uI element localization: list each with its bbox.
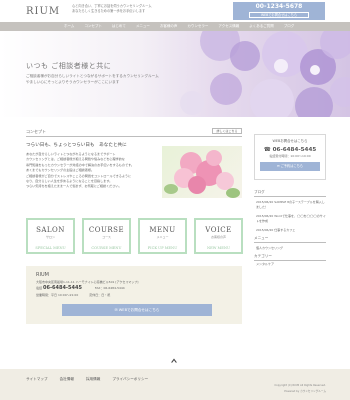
header: RIUM 心と向き合い、丁寧にお話を伺うカウンセリングルーム あなたらしく生きる…: [0, 0, 350, 22]
concept-title: つらい日も、ちょっとつらい日も あなたと共に: [26, 143, 127, 148]
global-nav: ホーム コンセプト はじめて メニュー お客様の声 カウンセラー アクセス情報 …: [0, 22, 350, 31]
site-tagline: 心と向き合い、丁寧にお話を伺うカウンセリングルーム あなたらしく生きるための第一…: [72, 4, 182, 13]
nav-item-menu[interactable]: メニュー: [136, 22, 150, 31]
service-subtitle: お客様の声: [210, 235, 226, 239]
footer-link-sitemap[interactable]: サイトマップ: [26, 377, 48, 382]
service-subtitle: サロン: [45, 235, 55, 239]
sidebar-blog-heading: ブログ: [254, 190, 265, 194]
tagline-line-2: あなたらしく生きるための第一歩をお手伝いします: [72, 8, 146, 13]
shop-hours-row: 営業時間：平日 10:00～21:00 定休日：日・祝: [36, 293, 110, 297]
powered-by-text: Powered by カウンセリングルーム: [284, 390, 326, 393]
info-contact-button[interactable]: ✉ WEBでお問合せはこちら: [62, 304, 212, 316]
footer-nav: サイトマップ 会社情報 採用情報 プライバシーポリシー: [26, 377, 160, 382]
shop-phone-row: 電話 06-6484-5445 FAX：06-6484-5444: [36, 285, 125, 291]
footer-link-company[interactable]: 会社情報: [60, 377, 74, 382]
sidebar-phone-hours: 電話受付時間：10:00～19:00: [269, 154, 311, 158]
service-subtitle: コース: [102, 235, 111, 239]
service-title: MENU: [149, 226, 176, 234]
shop-closed-days: 定休日：日・祝: [89, 293, 111, 297]
shop-fax: FAX：06-6484-5444: [94, 286, 125, 290]
site-logo[interactable]: RIUM: [26, 6, 60, 17]
nav-item-concept[interactable]: コンセプト: [84, 22, 102, 31]
sidebar-category-heading: カテゴリー: [254, 254, 272, 258]
header-contact-button[interactable]: WEBでお問合せはこちら: [249, 12, 309, 18]
sidebar-category-divider: [254, 260, 326, 261]
sidebar-menu-divider: [254, 242, 326, 243]
header-contact-box: 00-1234-5678 WEBでお問合せはこちら: [233, 2, 325, 20]
hero-text: ご相談者様がお自分らしいライトとつながるサポートをするカウンセリングルーム やま…: [26, 73, 166, 85]
service-subtitle: メニュー: [156, 235, 169, 239]
service-english-label: PICK UP MENU: [147, 246, 178, 250]
shop-hours: 営業時間：平日 10:00～21:00: [36, 293, 79, 297]
sidebar-blog-item[interactable]: 2015/06/20 SAMPLE 8の子ーステーブルを購入しました！: [256, 200, 326, 210]
sidebar-contact-button[interactable]: ✉ ご予約はこちら: [260, 162, 320, 171]
copyright-text: Copyright (C) RIUM All Rights Reserved.: [274, 384, 326, 387]
footer-link-privacy[interactable]: プライバシーポリシー: [112, 377, 148, 382]
concept-body: あなたが自分らしいライトとつながれるようになるまでサポート カウンセリングとは、…: [26, 152, 156, 190]
footer: サイトマップ 会社情報 採用情報 プライバシーポリシー Copyright (C…: [0, 369, 350, 400]
shop-phone[interactable]: 06-6484-5445: [43, 285, 82, 291]
service-title: VOICE: [205, 226, 232, 234]
nav-item-voice[interactable]: お客様の声: [160, 22, 178, 31]
sidebar-contact-title: WEBお問合せはこちら: [272, 139, 308, 143]
sidebar-blog-divider: [254, 196, 326, 197]
sidebar-phone[interactable]: ☎ 06-6484-5445: [255, 147, 325, 153]
info-contact-label: WEBでお問合せはこちら: [118, 308, 160, 312]
concept-divider: [26, 136, 242, 137]
sidebar-blog-item[interactable]: 2015/06/20 仕事するカフェ: [256, 228, 326, 233]
service-title: SALON: [36, 226, 65, 234]
sidebar-category-item[interactable]: メンタルケア: [256, 262, 326, 267]
service-english-label: COURSE MENU: [91, 246, 122, 250]
concept-more-button[interactable]: 詳しくはこちら: [212, 128, 242, 134]
tel-label: 電話: [36, 286, 43, 290]
sidebar-menu-item[interactable]: 個人カウンセリング: [256, 246, 326, 251]
nav-item-blog[interactable]: ブログ: [284, 22, 295, 31]
footer-link-recruit[interactable]: 採用情報: [86, 377, 100, 382]
nav-item-access[interactable]: アクセス情報: [218, 22, 239, 31]
back-to-top-icon[interactable]: [170, 357, 178, 365]
hero-text-line-2: やましい心にそっとよりそうカウンセラーがここにいます: [26, 80, 120, 84]
service-english-label: SPECIAL MENU: [35, 246, 66, 250]
service-box-salon[interactable]: SALON サロン SPECIAL MENU: [26, 218, 75, 254]
service-title: COURSE: [88, 226, 125, 234]
nav-item-first[interactable]: はじめて: [112, 22, 126, 31]
hero-title: いつも ご相談者様と共に: [26, 62, 112, 70]
sidebar-blog-item[interactable]: 2015/06/20 Wordで仕事を、◯◯を◯◯◯のサイトを作成: [256, 214, 326, 224]
shop-address[interactable]: 大阪市中央区南船場1-11-11 ハーモナイト心斎橋ビル501 [アクセスマップ…: [36, 280, 138, 284]
header-phone[interactable]: 00-1234-5678: [233, 3, 325, 11]
service-english-label: NEW MENU: [206, 246, 231, 250]
concept-flower-image: [162, 146, 242, 198]
service-box-menu[interactable]: MENU メニュー PICK UP MENU: [138, 218, 187, 254]
nav-item-faq[interactable]: よくあるご質問: [249, 22, 274, 31]
hero-banner: いつも ご相談者様と共に ご相談者様がお自分らしいライトとつながるサポートをする…: [0, 31, 350, 117]
shop-info-box: RIUM 大阪市中央区南船場1-11-11 ハーモナイト心斎橋ビル501 [アク…: [26, 266, 242, 324]
sidebar-contact-label: ご予約はこちら: [280, 164, 303, 168]
nav-item-home[interactable]: ホーム: [64, 22, 74, 31]
nav-item-counselor[interactable]: カウンセラー: [187, 22, 208, 31]
sidebar-menu-heading: メニュー: [254, 236, 269, 240]
service-box-course[interactable]: COURSE コース COURSE MENU: [82, 218, 131, 254]
concept-body-line: つらい気持ちを抱えたまま一人で悩まず、お気軽にご相談ください。: [26, 184, 122, 189]
service-box-voice[interactable]: VOICE お客様の声 NEW MENU: [194, 218, 243, 254]
sidebar-contact-box: WEBお問合せはこちら ☎ 06-6484-5445 電話受付時間：10:00～…: [254, 134, 326, 180]
concept-heading: コンセプト: [26, 129, 46, 134]
shop-name: RIUM: [36, 272, 49, 278]
